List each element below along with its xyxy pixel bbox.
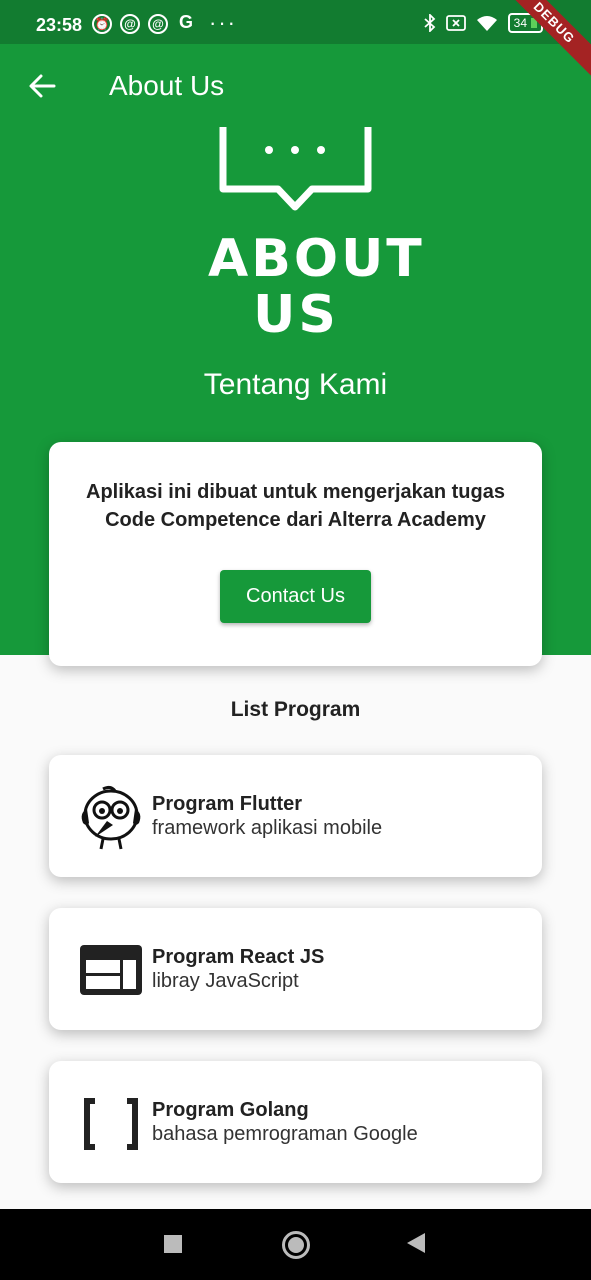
- arrow-left-icon: [29, 74, 56, 98]
- recents-button[interactable]: [164, 1235, 182, 1253]
- back-button[interactable]: [24, 68, 60, 104]
- status-bar: 23:58 ⏰ @ @ G ··· 34 DEBUG: [0, 0, 591, 77]
- flutter-mascot-icon: [81, 785, 141, 850]
- wifi-icon: [476, 16, 497, 31]
- contact-us-button[interactable]: Contact Us: [220, 570, 371, 623]
- program-subtitle: bahasa pemrograman Google: [152, 1123, 418, 1145]
- program-title: Program Golang: [152, 1099, 309, 1121]
- brackets-icon: [84, 1098, 138, 1150]
- more-notifications: ···: [209, 10, 237, 35]
- program-card-golang[interactable]: Program Golang bahasa pemrograman Google: [49, 1061, 542, 1183]
- nav-back-button[interactable]: [407, 1233, 425, 1253]
- notification-icons: ⏰ @ @ G: [92, 12, 196, 34]
- google-icon: G: [178, 12, 193, 32]
- sim-off-icon: [445, 15, 466, 31]
- status-time: 23:58: [36, 15, 83, 35]
- home-button[interactable]: [282, 1231, 310, 1259]
- battery-level: 34: [513, 16, 527, 30]
- layout-icon: [80, 945, 142, 995]
- status-right-icons: 34: [424, 13, 543, 33]
- intro-text: Aplikasi ini dibuat untuk mengerjakan tu…: [86, 481, 505, 531]
- program-card-flutter[interactable]: Program Flutter framework aplikasi mobil…: [49, 755, 542, 877]
- program-card-react[interactable]: Program React JS libray JavaScript: [49, 908, 542, 1030]
- program-title: Program React JS: [152, 946, 325, 968]
- program-title: Program Flutter: [152, 793, 303, 815]
- program-subtitle: framework aplikasi mobile: [152, 817, 383, 839]
- app-bar: About Us: [0, 44, 591, 130]
- hero-subtitle: Tentang Kami: [203, 368, 388, 401]
- speech-bubble-icon: [219, 127, 372, 211]
- logo-text-line-1: ABOUT: [208, 229, 425, 289]
- at-icon: @: [120, 14, 140, 34]
- program-subtitle: libray JavaScript: [152, 970, 299, 992]
- intro-card: Aplikasi ini dibuat untuk mengerjakan tu…: [49, 442, 542, 666]
- system-nav-bar: [0, 1209, 591, 1280]
- at-icon: @: [148, 14, 168, 34]
- page-title: About Us: [109, 70, 225, 101]
- bluetooth-icon: [424, 14, 435, 32]
- about-us-logo: ABOUT US: [208, 125, 425, 345]
- logo-text-line-2: US: [253, 285, 339, 345]
- alarm-icon: ⏰: [92, 14, 112, 34]
- list-program-title: List Program: [230, 698, 361, 721]
